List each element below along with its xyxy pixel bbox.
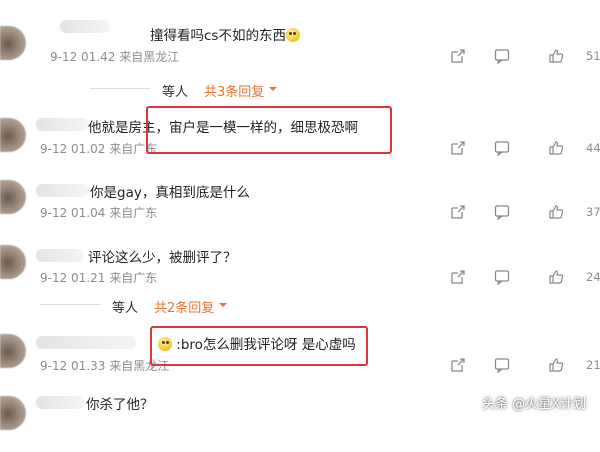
comment-meta: 9-12 01.21 来自广东: [40, 271, 158, 285]
avatar[interactable]: [0, 118, 26, 152]
reply-count-link[interactable]: 共3条回复: [204, 81, 264, 100]
username-blurred: [60, 20, 110, 33]
like-icon[interactable]: [548, 269, 564, 285]
username-blurred: [36, 118, 88, 131]
highlight-box: [146, 106, 392, 154]
avatar[interactable]: [0, 26, 26, 60]
share-icon[interactable]: [450, 48, 466, 64]
comment-icon[interactable]: [494, 204, 510, 220]
reply-expander[interactable]: 等人 共2条回复: [40, 294, 260, 316]
comment-text: 你是gay，真相到底是什么: [90, 185, 250, 201]
share-icon[interactable]: [450, 140, 466, 156]
username-blurred: [36, 396, 84, 409]
comment-meta: 9-12 01.02 来自广东: [40, 142, 158, 156]
share-icon[interactable]: [450, 269, 466, 285]
username-blurred: [36, 184, 88, 197]
comment-icon[interactable]: [494, 48, 510, 64]
share-icon[interactable]: [450, 204, 466, 220]
like-count: 213: [586, 358, 600, 372]
username-blurred: [36, 249, 84, 262]
like-icon[interactable]: [548, 140, 564, 156]
like-icon[interactable]: [548, 357, 564, 373]
comment-item: 你是gay，真相到底是什么 9-12 01.04 来自广东 379: [0, 180, 600, 240]
divider: [90, 88, 150, 89]
like-count: 516: [586, 49, 600, 63]
avatar[interactable]: [0, 245, 26, 279]
comment-text: 撞得看吗cs不如的东西: [150, 24, 300, 44]
reply-count-link[interactable]: 共2条回复: [154, 297, 214, 316]
comment-actions: 446: [450, 140, 600, 160]
watermark: 头条 @火星X计划: [481, 397, 586, 412]
chevron-down-icon: [219, 303, 227, 307]
comment-text: 评论这么少，被删评了？: [88, 250, 237, 266]
comment-actions: 213: [450, 357, 600, 377]
like-count: 446: [586, 141, 600, 155]
chevron-down-icon: [269, 87, 277, 91]
comment-item: 撞得看吗cs不如的东西 9-12 01.42 来自黑龙江 516: [0, 18, 600, 78]
comment-actions: 516: [450, 48, 600, 68]
comment-actions: 241: [450, 269, 600, 289]
reply-authors: 等人: [162, 85, 189, 100]
like-icon[interactable]: [548, 48, 564, 64]
comment-icon[interactable]: [494, 269, 510, 285]
avatar[interactable]: [0, 334, 26, 368]
like-icon[interactable]: [548, 204, 564, 220]
username-blurred: [36, 336, 136, 349]
comment-actions: 379: [450, 204, 600, 224]
highlight-box: [150, 326, 368, 366]
share-icon[interactable]: [450, 357, 466, 373]
like-count: 379: [586, 205, 600, 219]
divider: [40, 304, 100, 305]
comment-meta: 9-12 01.04 来自广东: [40, 206, 158, 220]
avatar[interactable]: [0, 180, 26, 214]
comment-icon[interactable]: [494, 357, 510, 373]
comment-meta: 9-12 01.42 来自黑龙江: [50, 50, 180, 64]
avatar[interactable]: [0, 396, 26, 430]
smile-emoji-icon: [285, 28, 300, 42]
comment-text: 你杀了他？: [86, 397, 154, 413]
like-count: 241: [586, 270, 600, 284]
reply-authors: 等人: [112, 301, 139, 316]
comment-icon[interactable]: [494, 140, 510, 156]
reply-expander[interactable]: 等人 共3条回复: [90, 78, 310, 100]
